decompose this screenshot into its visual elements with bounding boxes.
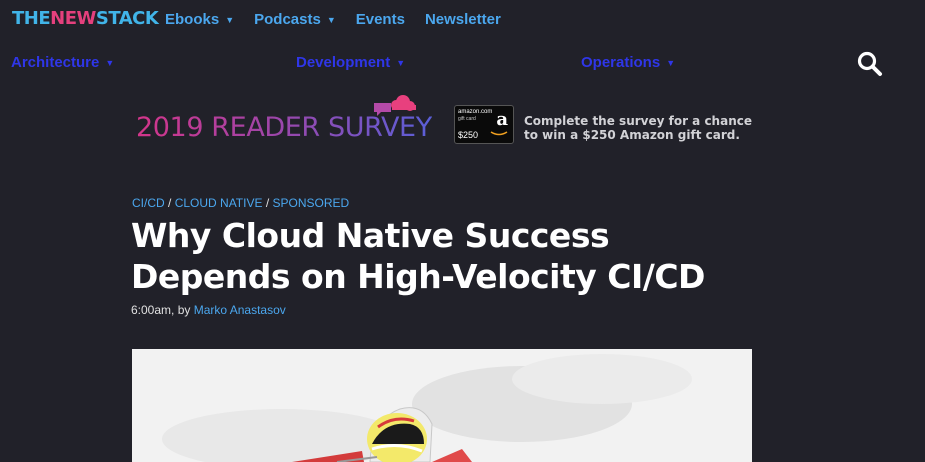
category-cicd[interactable]: CI/CD [132, 196, 165, 210]
amazon-smile-icon [490, 131, 508, 136]
chevron-down-icon: ▼ [396, 57, 406, 68]
top-nav: Ebooks ▼ Podcasts ▼ Events Newsletter [165, 11, 501, 28]
search-icon[interactable] [856, 50, 884, 78]
nav-newsletter-label: Newsletter [424, 11, 501, 28]
survey-promo-text[interactable]: Complete the survey for a chance to win … [524, 114, 764, 142]
logo-part-the: THE [12, 8, 51, 29]
chevron-down-icon: ▼ [666, 57, 676, 68]
chevron-down-icon: ▼ [225, 14, 235, 25]
survey-banner-title[interactable]: 2019 READER SURVEY [136, 112, 432, 143]
nav-newsletter[interactable]: Newsletter [425, 11, 501, 28]
logo-part-new: NEW [50, 8, 96, 29]
nav-ebooks[interactable]: Ebooks ▼ [165, 11, 234, 28]
amazon-gift-card[interactable]: amazon.com gift card $250 a [454, 105, 514, 144]
motorcycle-illustration [162, 354, 692, 462]
subnav-development-label: Development [296, 54, 391, 71]
hero-image [132, 349, 752, 462]
gift-card-brand: amazon.com [458, 109, 493, 115]
nav-podcasts[interactable]: Podcasts ▼ [254, 11, 336, 28]
byline: 6:00am, by Marko Anastasov [131, 303, 286, 317]
author-link[interactable]: Marko Anastasov [194, 303, 286, 317]
nav-ebooks-label: Ebooks [165, 11, 220, 28]
subnav-operations-label: Operations [581, 54, 661, 71]
site-logo[interactable]: THENEWSTACK [12, 8, 159, 29]
gift-card-sub: gift card [458, 116, 476, 122]
subnav-operations[interactable]: Operations ▼ [581, 54, 675, 71]
speech-cloud-icon [374, 95, 416, 116]
logo-part-stack: STACK [95, 8, 159, 29]
breadcrumb-separator: / [262, 196, 273, 210]
nav-podcasts-label: Podcasts [254, 11, 321, 28]
amazon-logo-icon: a [496, 109, 508, 130]
gift-card-amount: $250 [458, 130, 479, 140]
subnav-development[interactable]: Development ▼ [296, 54, 405, 71]
chevron-down-icon: ▼ [326, 14, 336, 25]
nav-events-label: Events [355, 11, 405, 28]
breadcrumb-separator: / [164, 196, 175, 210]
article-title: Why Cloud Native Success Depends on High… [131, 216, 705, 296]
chevron-down-icon: ▼ [105, 57, 115, 68]
subnav-architecture[interactable]: Architecture ▼ [11, 54, 114, 71]
publish-time: 6:00am, by [131, 303, 194, 317]
category-cloud-native[interactable]: CLOUD NATIVE [175, 196, 263, 210]
subnav-architecture-label: Architecture [11, 54, 100, 71]
breadcrumb: CI/CD / CLOUD NATIVE / SPONSORED [132, 196, 349, 210]
category-sponsored[interactable]: SPONSORED [273, 196, 350, 210]
nav-events[interactable]: Events [356, 11, 405, 28]
